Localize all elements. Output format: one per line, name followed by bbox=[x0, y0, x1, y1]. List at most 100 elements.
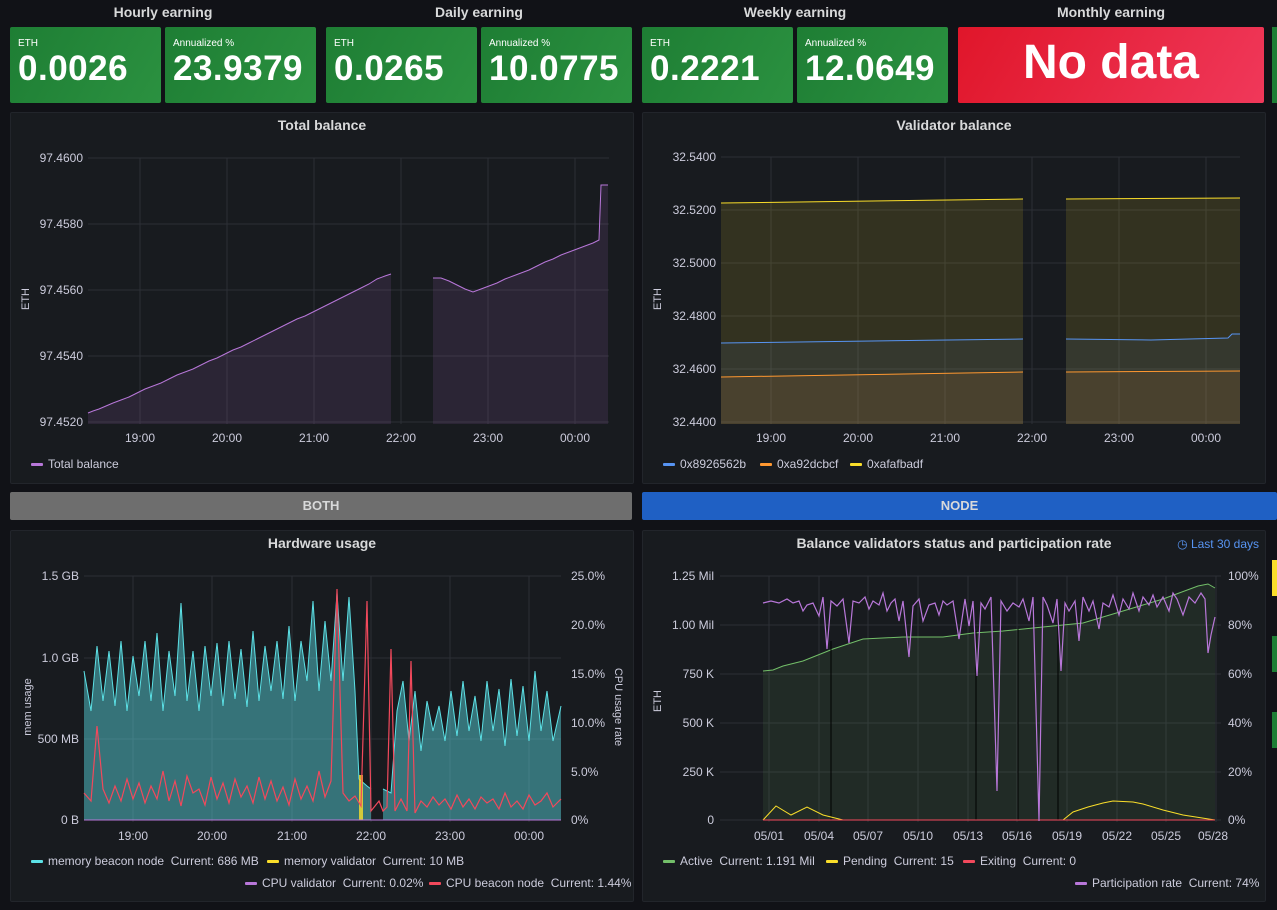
y-tick-left: 500 MB bbox=[38, 732, 79, 746]
legend-item[interactable]: CPU validator Current: 0.02% bbox=[245, 876, 423, 890]
x-tick: 21:00 bbox=[299, 431, 329, 445]
x-tick: 23:00 bbox=[473, 431, 503, 445]
legend-label: 0xafafbadf bbox=[867, 457, 924, 471]
row-node[interactable]: NODE bbox=[642, 492, 1277, 520]
y-tick: 97.4540 bbox=[40, 349, 84, 363]
stat-value: 0.2221 bbox=[650, 49, 761, 88]
legend-item[interactable]: 0xa92dcbcf bbox=[760, 457, 838, 471]
y-tick-right: 25.0% bbox=[571, 569, 605, 583]
hourly-annualized-stat[interactable]: Annualized % 23.9379 bbox=[165, 27, 316, 103]
row-both[interactable]: BOTH bbox=[10, 492, 632, 520]
stat-value: 23.9379 bbox=[173, 49, 304, 88]
legend-item[interactable]: memory beacon node Current: 686 MB bbox=[31, 854, 259, 868]
validator-balance-panel[interactable]: Validator balance ETH 32.5400 32.5200 32… bbox=[642, 112, 1266, 484]
validators-status-panel[interactable]: Balance validators status and participat… bbox=[642, 530, 1266, 902]
x-tick: 19:00 bbox=[125, 431, 155, 445]
daily-earning-header: Daily earning bbox=[326, 0, 632, 24]
x-tick: 00:00 bbox=[560, 431, 590, 445]
y-tick-right: 20% bbox=[1228, 765, 1252, 779]
y-tick-left: 250 K bbox=[683, 765, 714, 779]
y-tick-left: 1.0 GB bbox=[42, 651, 79, 665]
legend-label: CPU validator bbox=[262, 876, 337, 890]
x-tick: 05/16 bbox=[1002, 829, 1032, 843]
stat-value: 10.0775 bbox=[489, 49, 620, 88]
legend-item[interactable]: Pending Current: 15 bbox=[826, 854, 954, 868]
right-edge-stat-sliver bbox=[1272, 27, 1277, 103]
legend-current: Current: 0.02% bbox=[342, 876, 424, 890]
weekly-earning-title: Weekly earning bbox=[743, 4, 847, 20]
x-tick: 05/07 bbox=[853, 829, 883, 843]
y-axis-label-right: CPU usage rate bbox=[612, 668, 624, 746]
daily-annualized-stat[interactable]: Annualized % 10.0775 bbox=[481, 27, 632, 103]
x-tick: 20:00 bbox=[197, 829, 227, 843]
daily-earning-title: Daily earning bbox=[435, 4, 523, 20]
y-tick-left: 750 K bbox=[683, 667, 714, 681]
legend-label: Participation rate bbox=[1092, 876, 1183, 890]
legend-item[interactable]: Participation rate Current: 74% bbox=[1075, 876, 1259, 890]
legend-item[interactable]: 0xafafbadf bbox=[850, 457, 923, 471]
weekly-annualized-stat[interactable]: Annualized % 12.0649 bbox=[797, 27, 948, 103]
y-tick: 97.4600 bbox=[40, 151, 84, 165]
right-edge-sliver bbox=[1272, 712, 1277, 748]
x-tick: 19:00 bbox=[756, 431, 786, 445]
legend-current: Current: 15 bbox=[893, 854, 954, 868]
legend-item[interactable]: 0x8926562b bbox=[663, 457, 746, 471]
stat-label: Annualized % bbox=[173, 38, 235, 49]
x-tick: 00:00 bbox=[1191, 431, 1221, 445]
monthly-earning-stat[interactable]: No data bbox=[958, 27, 1264, 103]
total-balance-panel[interactable]: Total balance ETH 97.4600 97.4580 97.456… bbox=[10, 112, 634, 484]
y-tick: 32.5400 bbox=[673, 150, 717, 164]
stat-label: ETH bbox=[650, 38, 670, 49]
y-tick-right: 5.0% bbox=[571, 765, 599, 779]
total-balance-area-1 bbox=[88, 274, 391, 424]
x-tick: 23:00 bbox=[435, 829, 465, 843]
legend-item[interactable]: Active Current: 1.191 Mil bbox=[663, 854, 815, 868]
x-tick: 22:00 bbox=[386, 431, 416, 445]
x-tick: 05/22 bbox=[1102, 829, 1132, 843]
weekly-eth-stat[interactable]: ETH 0.2221 bbox=[642, 27, 793, 103]
y-tick-left: 0 bbox=[707, 813, 714, 827]
x-tick: 05/13 bbox=[953, 829, 983, 843]
daily-eth-stat[interactable]: ETH 0.0265 bbox=[326, 27, 477, 103]
x-tick: 05/01 bbox=[754, 829, 784, 843]
x-tick: 23:00 bbox=[1104, 431, 1134, 445]
legend-label: Pending bbox=[843, 854, 888, 868]
x-tick: 00:00 bbox=[514, 829, 544, 843]
y-tick-right: 60% bbox=[1228, 667, 1252, 681]
legend-label: Total balance bbox=[48, 457, 119, 471]
x-tick: 05/28 bbox=[1198, 829, 1228, 843]
y-tick-right: 10.0% bbox=[571, 716, 605, 730]
legend-label: 0xa92dcbcf bbox=[777, 457, 839, 471]
y-tick: 97.4580 bbox=[40, 217, 84, 231]
stat-label: Annualized % bbox=[805, 38, 867, 49]
x-tick: 05/25 bbox=[1151, 829, 1181, 843]
y-axis-label: ETH bbox=[652, 690, 664, 712]
y-tick-right: 20.0% bbox=[571, 618, 605, 632]
legend-item[interactable]: memory validator Current: 10 MB bbox=[267, 854, 464, 868]
x-tick: 21:00 bbox=[277, 829, 307, 843]
y-tick: 32.4600 bbox=[673, 362, 717, 376]
no-data-value: No data bbox=[1022, 36, 1199, 89]
y-tick-left: 1.00 Mil bbox=[672, 618, 714, 632]
x-tick: 22:00 bbox=[356, 829, 386, 843]
hourly-eth-stat[interactable]: ETH 0.0026 bbox=[10, 27, 161, 103]
y-tick-left: 500 K bbox=[683, 716, 714, 730]
monthly-earning-header: Monthly earning bbox=[958, 0, 1264, 24]
hardware-usage-panel[interactable]: Hardware usage mem usage CPU usage rate … bbox=[10, 530, 634, 902]
legend-current: Current: 10 MB bbox=[382, 854, 465, 868]
legend-item[interactable]: Exiting Current: 0 bbox=[963, 854, 1076, 868]
legend-item[interactable]: Total balance bbox=[31, 457, 119, 471]
x-tick: 05/04 bbox=[804, 829, 834, 843]
y-tick: 32.4800 bbox=[673, 309, 717, 323]
x-tick: 05/19 bbox=[1052, 829, 1082, 843]
stat-label: ETH bbox=[334, 38, 354, 49]
hourly-earning-header: Hourly earning bbox=[10, 0, 316, 24]
y-tick-right: 100% bbox=[1228, 569, 1259, 583]
x-tick: 20:00 bbox=[843, 431, 873, 445]
x-tick: 22:00 bbox=[1017, 431, 1047, 445]
y-tick: 97.4520 bbox=[40, 415, 84, 429]
y-tick: 32.4400 bbox=[673, 415, 717, 429]
legend-item[interactable]: CPU beacon node Current: 1.44% bbox=[429, 876, 631, 890]
legend-current: Current: 1.191 Mil bbox=[719, 854, 815, 868]
validator-balance-chart: ETH 32.5400 32.5200 32.5000 32.4800 32.4… bbox=[652, 150, 1241, 445]
